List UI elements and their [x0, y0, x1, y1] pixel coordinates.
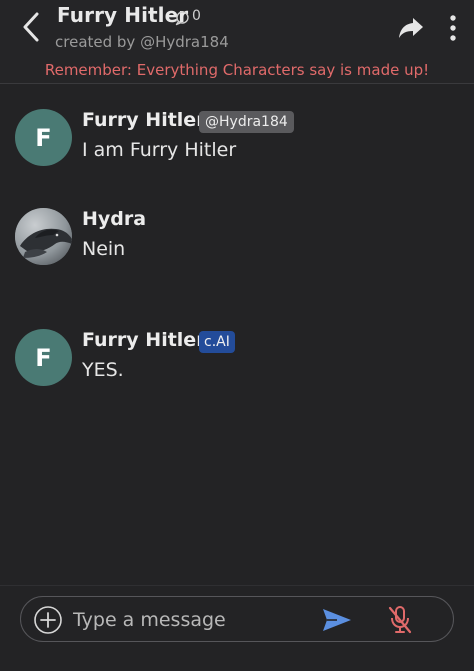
- mic-off-icon: [388, 606, 412, 634]
- share-button[interactable]: [397, 15, 425, 41]
- message-item: Hydra Nein: [15, 208, 455, 268]
- message-text: I am Furry Hitler: [82, 139, 237, 161]
- message-author: Furry Hitler: [82, 109, 206, 131]
- send-icon: [323, 609, 351, 631]
- cai-badge: c.AI: [199, 331, 235, 353]
- chat-screen: Furry Hitler 0 created by @Hydra184 Reme…: [0, 0, 474, 671]
- share-arrow-icon: [399, 18, 423, 38]
- message-composer: [0, 585, 474, 671]
- message-text: Nein: [82, 238, 126, 260]
- dragon-photo-avatar: [15, 208, 72, 265]
- character-avatar[interactable]: F: [15, 109, 72, 166]
- user-avatar[interactable]: [15, 208, 72, 265]
- disclaimer-text: Remember: Everything Characters say is m…: [44, 61, 430, 79]
- creator-handle-badge: @Hydra184: [199, 111, 294, 133]
- add-circle-icon: [34, 606, 62, 634]
- avatar-letter: F: [35, 343, 52, 372]
- character-avatar[interactable]: F: [15, 329, 72, 386]
- message-item: F Furry Hitler c.AI YES.: [15, 329, 455, 389]
- more-vertical-icon: [450, 15, 456, 41]
- back-button[interactable]: [18, 10, 48, 44]
- send-button[interactable]: [321, 607, 353, 633]
- message-input[interactable]: [73, 603, 303, 637]
- message-author: Furry Hitler: [82, 329, 206, 351]
- more-options-button[interactable]: [444, 12, 462, 44]
- back-chevron-icon: [23, 12, 39, 42]
- message-text: YES.: [82, 359, 124, 381]
- avatar-letter: F: [35, 123, 52, 152]
- add-button[interactable]: [33, 605, 63, 635]
- message-input-container: [20, 596, 454, 642]
- chat-bubble-icon: [175, 11, 189, 26]
- chat-count: 0: [192, 8, 201, 24]
- message-author: Hydra: [82, 208, 147, 230]
- creator-label[interactable]: created by @Hydra184: [55, 33, 229, 51]
- chat-header: Furry Hitler 0 created by @Hydra184 Reme…: [0, 0, 474, 84]
- character-title[interactable]: Furry Hitler: [57, 3, 188, 27]
- microphone-button[interactable]: [387, 605, 413, 635]
- message-item: F Furry Hitler @Hydra184 I am Furry Hitl…: [15, 109, 455, 169]
